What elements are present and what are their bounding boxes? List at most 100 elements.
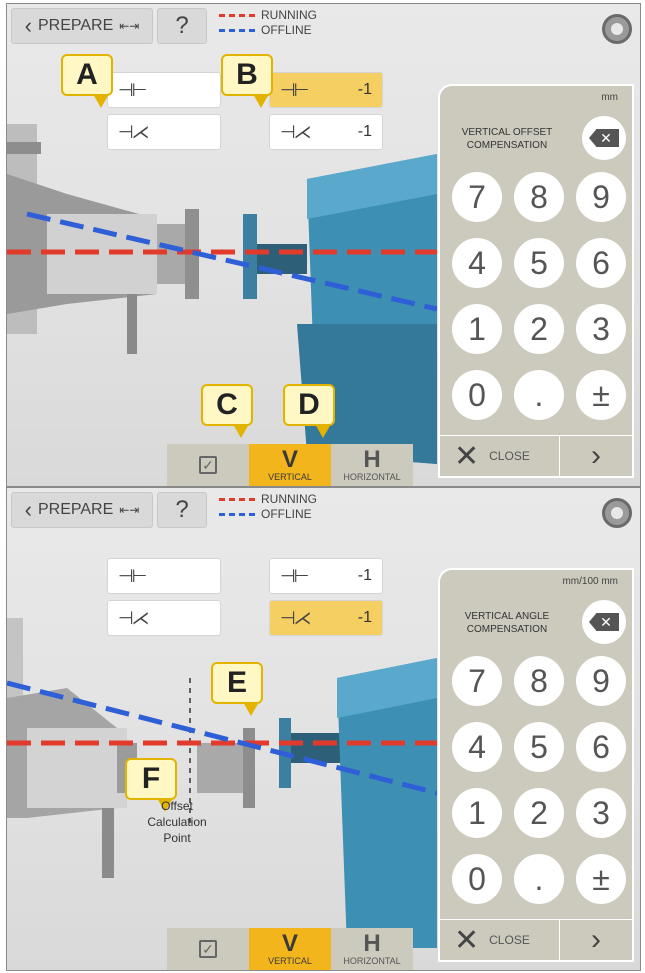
tab-horizontal-label: HORIZONTAL [343,956,401,966]
next-button[interactable]: › [560,923,632,957]
pump-angle-field[interactable]: ⊣⋌ [107,114,221,150]
tab-confirm[interactable]: ✓ [167,928,249,970]
tab-vertical-label: VERTICAL [268,956,312,966]
keypad-footer: ✕ CLOSE › [440,435,632,476]
key-9[interactable]: 9 [576,656,626,706]
key-1[interactable]: 1 [452,788,502,838]
offset-icon: ⊣⊢ [280,565,309,586]
key-plus-minus[interactable]: ± [576,370,626,420]
key-5[interactable]: 5 [514,722,564,772]
pump-offset-field[interactable]: ⊣⊢ [107,558,221,594]
unit-label: mm [601,92,618,103]
offset-icon: ⊣⊢ [280,79,309,100]
pump-angle-field[interactable]: ⊣⋌ [107,600,221,636]
legend-offline: OFFLINE [261,23,312,37]
alignment-screen-angle: ‹ PREPARE ⇤⇥ ? RUNNING OFFLINE ⊣⊢ ⊣⋌ ⊣⊢ … [6,487,641,971]
key-2[interactable]: 2 [514,304,564,354]
key-8[interactable]: 8 [514,172,564,222]
angle-icon: ⊣⋌ [280,121,312,142]
field-value: -1 [357,81,372,98]
key-5[interactable]: 5 [514,238,564,288]
tab-vertical-letter: V [281,930,298,957]
mode-tabs: ✓ V VERTICAL H HORIZONTAL [167,928,413,970]
key-7[interactable]: 7 [452,172,502,222]
unit-label: mm/100 mm [562,576,618,587]
tab-vertical[interactable]: V VERTICAL [249,928,331,970]
motor-angle-field[interactable]: ⊣⋌ -1 [269,114,383,150]
tab-horizontal[interactable]: H HORIZONTAL [331,928,413,970]
help-icon: ? [175,12,189,39]
tab-vertical-label: VERTICAL [268,472,312,482]
key-2[interactable]: 2 [514,788,564,838]
close-button[interactable]: ✕ CLOSE [440,436,560,476]
key-decimal[interactable]: . [514,854,564,904]
tab-vertical[interactable]: V VERTICAL [249,444,331,486]
close-button[interactable]: ✕ CLOSE [440,920,560,960]
key-6[interactable]: 6 [576,722,626,772]
running-line-swatch [219,14,255,17]
key-4[interactable]: 4 [452,722,502,772]
key-9[interactable]: 9 [576,172,626,222]
key-4[interactable]: 4 [452,238,502,288]
checkbox-icon: ✓ [199,456,217,474]
key-decimal[interactable]: . [514,370,564,420]
key-0[interactable]: 0 [452,854,502,904]
angle-icon: ⊣⋌ [280,607,312,628]
offset-calculation-point-label: Offset Calculation Point [147,799,207,845]
backspace-button[interactable]: ✕ [582,116,626,160]
motor-offset-field[interactable]: ⊣⊢ -1 [269,558,383,594]
legend-running: RUNNING [261,492,317,506]
chevron-left-icon: ‹ [24,497,32,522]
checkbox-icon: ✓ [199,940,217,958]
pump-offset-field[interactable]: ⊣⊢ [107,72,221,108]
gear-icon[interactable] [602,14,632,44]
keypad-title: VERTICAL OFFSET COMPENSATION [461,127,553,151]
key-1[interactable]: 1 [452,304,502,354]
measure-icon: ⇤⇥ [119,503,140,517]
chevron-left-icon: ‹ [24,13,32,38]
key-plus-minus[interactable]: ± [576,854,626,904]
tab-horizontal-letter: H [363,446,381,473]
prepare-button[interactable]: ‹ PREPARE ⇤⇥ [11,8,153,44]
measure-icon: ⇤⇥ [119,19,140,33]
tab-horizontal[interactable]: H HORIZONTAL [331,444,413,486]
field-value: -1 [357,609,372,626]
tab-confirm[interactable]: ✓ [167,444,249,486]
prepare-button[interactable]: ‹ PREPARE ⇤⇥ [11,492,153,528]
callout-f: F [125,758,177,812]
tab-horizontal-label: HORIZONTAL [343,472,401,482]
numeric-keypad: mm/100 mm VERTICAL ANGLE COMPENSATION ✕ … [438,568,634,962]
chevron-right-icon: › [591,439,601,472]
motor-offset-field[interactable]: ⊣⊢ -1 [269,72,383,108]
numeric-keypad: mm VERTICAL OFFSET COMPENSATION ✕ 7 8 9 … [438,84,634,478]
backspace-button[interactable]: ✕ [582,600,626,644]
help-button[interactable]: ? [157,8,207,44]
offset-icon: ⊣⊢ [118,565,147,586]
key-3[interactable]: 3 [576,788,626,838]
callout-d: D [283,384,335,438]
motor-angle-field[interactable]: ⊣⋌ -1 [269,600,383,636]
gear-icon[interactable] [602,498,632,528]
alignment-screen-offset: ‹ PREPARE ⇤⇥ ? RUNNING OFFLINE ⊣⊢ ⊣⋌ ⊣⊢ … [6,3,641,487]
offset-icon: ⊣⊢ [118,79,147,100]
key-7[interactable]: 7 [452,656,502,706]
offline-line-swatch [219,29,255,32]
running-line-swatch [219,498,255,501]
key-3[interactable]: 3 [576,304,626,354]
mode-tabs: ✓ V VERTICAL H HORIZONTAL [167,444,413,486]
callout-b: B [221,54,273,108]
prepare-label: PREPARE [37,17,114,34]
key-6[interactable]: 6 [576,238,626,288]
backspace-icon: ✕ [589,613,619,631]
callout-a: A [61,54,113,108]
legend-running: RUNNING [261,8,317,22]
help-icon: ? [175,496,189,523]
key-0[interactable]: 0 [452,370,502,420]
help-button[interactable]: ? [157,492,207,528]
field-value: -1 [357,567,372,584]
next-button[interactable]: › [560,439,632,473]
close-icon: ✕ [454,923,480,957]
callout-c: C [201,384,253,438]
key-8[interactable]: 8 [514,656,564,706]
angle-icon: ⊣⋌ [118,607,150,628]
